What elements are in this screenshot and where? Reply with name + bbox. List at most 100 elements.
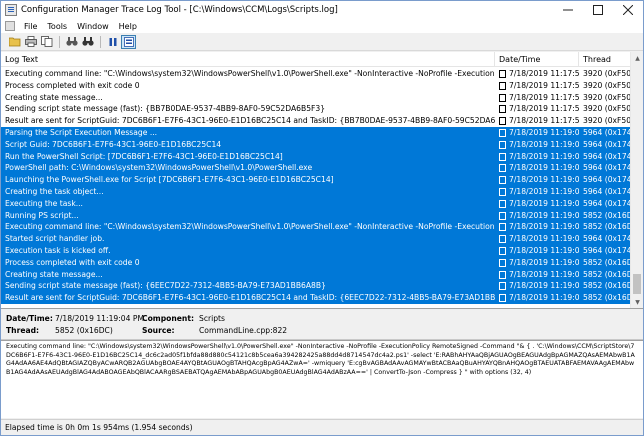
table-row[interactable]: Result are sent for ScriptGuid: 7DC6B6F1… <box>1 115 630 127</box>
entry-icon <box>499 70 506 78</box>
date-time-text: 7/18/2019 11:19:04 PM <box>509 222 579 232</box>
find-next-button[interactable] <box>80 35 95 49</box>
date-time-text: 7/18/2019 11:19:04 PM <box>509 151 579 161</box>
column-header-date-time[interactable]: Date/Time <box>495 52 579 67</box>
thread-cell: 3920 (0xF50) <box>583 92 630 102</box>
table-row[interactable]: Executing command line: "C:\Windows\syst… <box>1 221 630 234</box>
log-text-cell: Executing command line: "C:\Windows\syst… <box>5 69 495 78</box>
document-icon[interactable] <box>5 21 15 31</box>
thread-cell: 3920 (0xF50) <box>583 116 630 126</box>
print-button[interactable] <box>23 35 38 49</box>
source-value: CommandLine.cpp:822 <box>199 326 288 335</box>
copy-button[interactable] <box>39 35 54 49</box>
date-time-text: 7/18/2019 11:19:04 PM <box>509 245 579 255</box>
thread-cell: 5964 (0x174C) <box>583 139 630 149</box>
table-row[interactable]: Started script handler job. 7/18/2019 11:… <box>1 233 630 245</box>
chevron-down-icon: ▼ <box>635 299 640 306</box>
close-icon <box>623 5 633 15</box>
pause-button[interactable] <box>105 35 120 49</box>
close-button[interactable] <box>613 1 643 19</box>
date-time-cell: 7/18/2019 11:19:04 PM <box>495 210 579 222</box>
date-time-cell: 7/18/2019 11:19:05 PM <box>495 280 579 292</box>
scroll-thumb[interactable] <box>633 274 641 294</box>
date-time-text: 7/18/2019 11:19:04 PM <box>509 163 579 173</box>
date-time-text: 7/18/2019 11:19:04 PM <box>509 175 579 185</box>
thread-cell: 5964 (0x174C) <box>583 163 630 173</box>
message-text[interactable]: Executing command line: "C:\Windows\syst… <box>1 340 643 418</box>
log-text-cell: Launching the PowerShell.exe for Script … <box>5 175 334 185</box>
window-title: Configuration Manager Trace Log Tool - [… <box>21 5 338 15</box>
title-bar[interactable]: Configuration Manager Trace Log Tool - [… <box>1 1 643 19</box>
date-time-text: 7/18/2019 11:19:04 PM <box>509 210 579 220</box>
table-row[interactable]: Sending script state message (fast): {6E… <box>1 280 630 293</box>
table-row[interactable]: Executing the task... 7/18/2019 11:19:04 … <box>1 197 630 210</box>
entry-icon <box>499 105 506 114</box>
menu-tools[interactable]: Tools <box>42 22 72 31</box>
highlight-button[interactable] <box>121 34 136 49</box>
date-time-text: 7/18/2019 11:19:05 PM <box>509 293 579 303</box>
date-time-cell: 7/18/2019 11:17:54 PM <box>495 115 579 127</box>
date-time-cell: 7/18/2019 11:19:05 PM <box>495 292 579 304</box>
column-header-thread[interactable]: Thread <box>579 52 630 67</box>
log-text-cell: Executing command line: "C:\Windows\syst… <box>5 222 495 232</box>
open-button[interactable] <box>7 35 22 49</box>
maximize-button[interactable] <box>583 1 613 19</box>
table-row[interactable]: Process completed with exit code 0 7/18/2… <box>1 256 630 269</box>
find-button[interactable] <box>64 35 79 49</box>
table-row[interactable]: Creating the task object... 7/18/2019 11:… <box>1 185 630 198</box>
table-row[interactable]: Process completed with exit code 0 7/18/2… <box>1 80 630 92</box>
table-row[interactable]: Executing command line: "C:\Windows\syst… <box>1 68 630 80</box>
date-time-text: 7/18/2019 11:17:54 PM <box>509 92 579 102</box>
table-row[interactable]: Creating state message... 7/18/2019 11:17… <box>1 92 630 104</box>
highlight-icon <box>123 36 134 47</box>
date-time-text: 7/18/2019 11:17:54 PM <box>509 80 579 90</box>
thread-cell: 5964 (0x174C) <box>583 198 630 208</box>
thread-cell: 5964 (0x174C) <box>583 151 630 161</box>
table-row[interactable]: Running PS script... 7/18/2019 11:19:04 P… <box>1 209 630 222</box>
log-text-cell: Parsing the Script Execution Message ... <box>5 127 158 137</box>
date-time-text: 7/18/2019 11:19:05 PM <box>509 269 579 279</box>
date-time-text: 7/18/2019 11:19:04 PM <box>509 234 579 244</box>
menu-file[interactable]: File <box>19 22 42 31</box>
date-time-cell: 7/18/2019 11:19:04 PM <box>495 127 579 139</box>
scroll-up-button[interactable]: ▲ <box>631 52 643 65</box>
log-list[interactable]: Log Text Date/Time Thread Executing comm… <box>1 52 643 309</box>
date-time-text: 7/18/2019 11:17:54 PM <box>509 104 579 114</box>
copy-icon <box>40 36 52 47</box>
table-row[interactable]: Script Guid: 7DC6B6F1-E7F6-43C1-96E0-E1D… <box>1 138 630 151</box>
table-row[interactable]: Creating state message... 7/18/2019 11:19… <box>1 268 630 281</box>
table-row[interactable]: PowerShell path: C:\Windows\system32\Win… <box>1 162 630 175</box>
date-time-cell: 7/18/2019 11:17:54 PM <box>495 103 579 115</box>
date-time-cell: 7/18/2019 11:19:05 PM <box>495 257 579 269</box>
details-panel: Date/Time: 7/18/2019 11:19:04 PM Compone… <box>1 310 643 340</box>
scroll-down-button[interactable]: ▼ <box>631 296 643 308</box>
thread-cell: 3920 (0xF50) <box>583 80 630 90</box>
minimize-button[interactable] <box>553 1 583 19</box>
menu-window[interactable]: Window <box>72 22 114 31</box>
thread-cell: 3920 (0xF50) <box>583 104 630 114</box>
table-row[interactable]: Result are sent for ScriptGuid: 7DC6B6F1… <box>1 292 630 304</box>
log-text-cell: Result are sent for ScriptGuid: 7DC6B6F1… <box>5 293 495 303</box>
thread-cell: 5964 (0x174C) <box>583 186 630 196</box>
thread-cell: 5964 (0x174C) <box>583 175 630 185</box>
column-header-label: Log Text <box>5 55 39 64</box>
entry-icon <box>499 223 506 232</box>
entry-icon <box>499 128 506 137</box>
vertical-scrollbar[interactable]: ▲ ▼ <box>630 52 643 308</box>
table-row[interactable]: Execution task is kicked off. 7/18/2019 1… <box>1 244 630 257</box>
table-row[interactable]: Parsing the Script Execution Message ...… <box>1 126 630 139</box>
log-text-cell: Creating state message... <box>5 92 103 102</box>
table-row[interactable]: Run the PowerShell Script: [7DC6B6F1-E7F… <box>1 150 630 163</box>
log-text-cell: Process completed with exit code 0 <box>5 257 140 267</box>
entry-icon <box>499 117 506 126</box>
thread-cell: 5852 (0x16DC) <box>583 281 630 291</box>
find-icon <box>65 37 78 46</box>
column-header-log-text[interactable]: Log Text <box>1 52 495 67</box>
table-row[interactable]: Sending script state message (fast): {BB… <box>1 103 630 115</box>
menu-help[interactable]: Help <box>114 22 142 31</box>
log-text-cell: Sending script state message (fast): {BB… <box>5 104 326 114</box>
date-time-cell: 7/18/2019 11:19:04 PM <box>495 245 579 257</box>
chevron-up-icon: ▲ <box>635 55 640 62</box>
thread-cell: 5964 (0x174C) <box>583 127 630 137</box>
table-row[interactable]: Launching the PowerShell.exe for Script … <box>1 174 630 186</box>
